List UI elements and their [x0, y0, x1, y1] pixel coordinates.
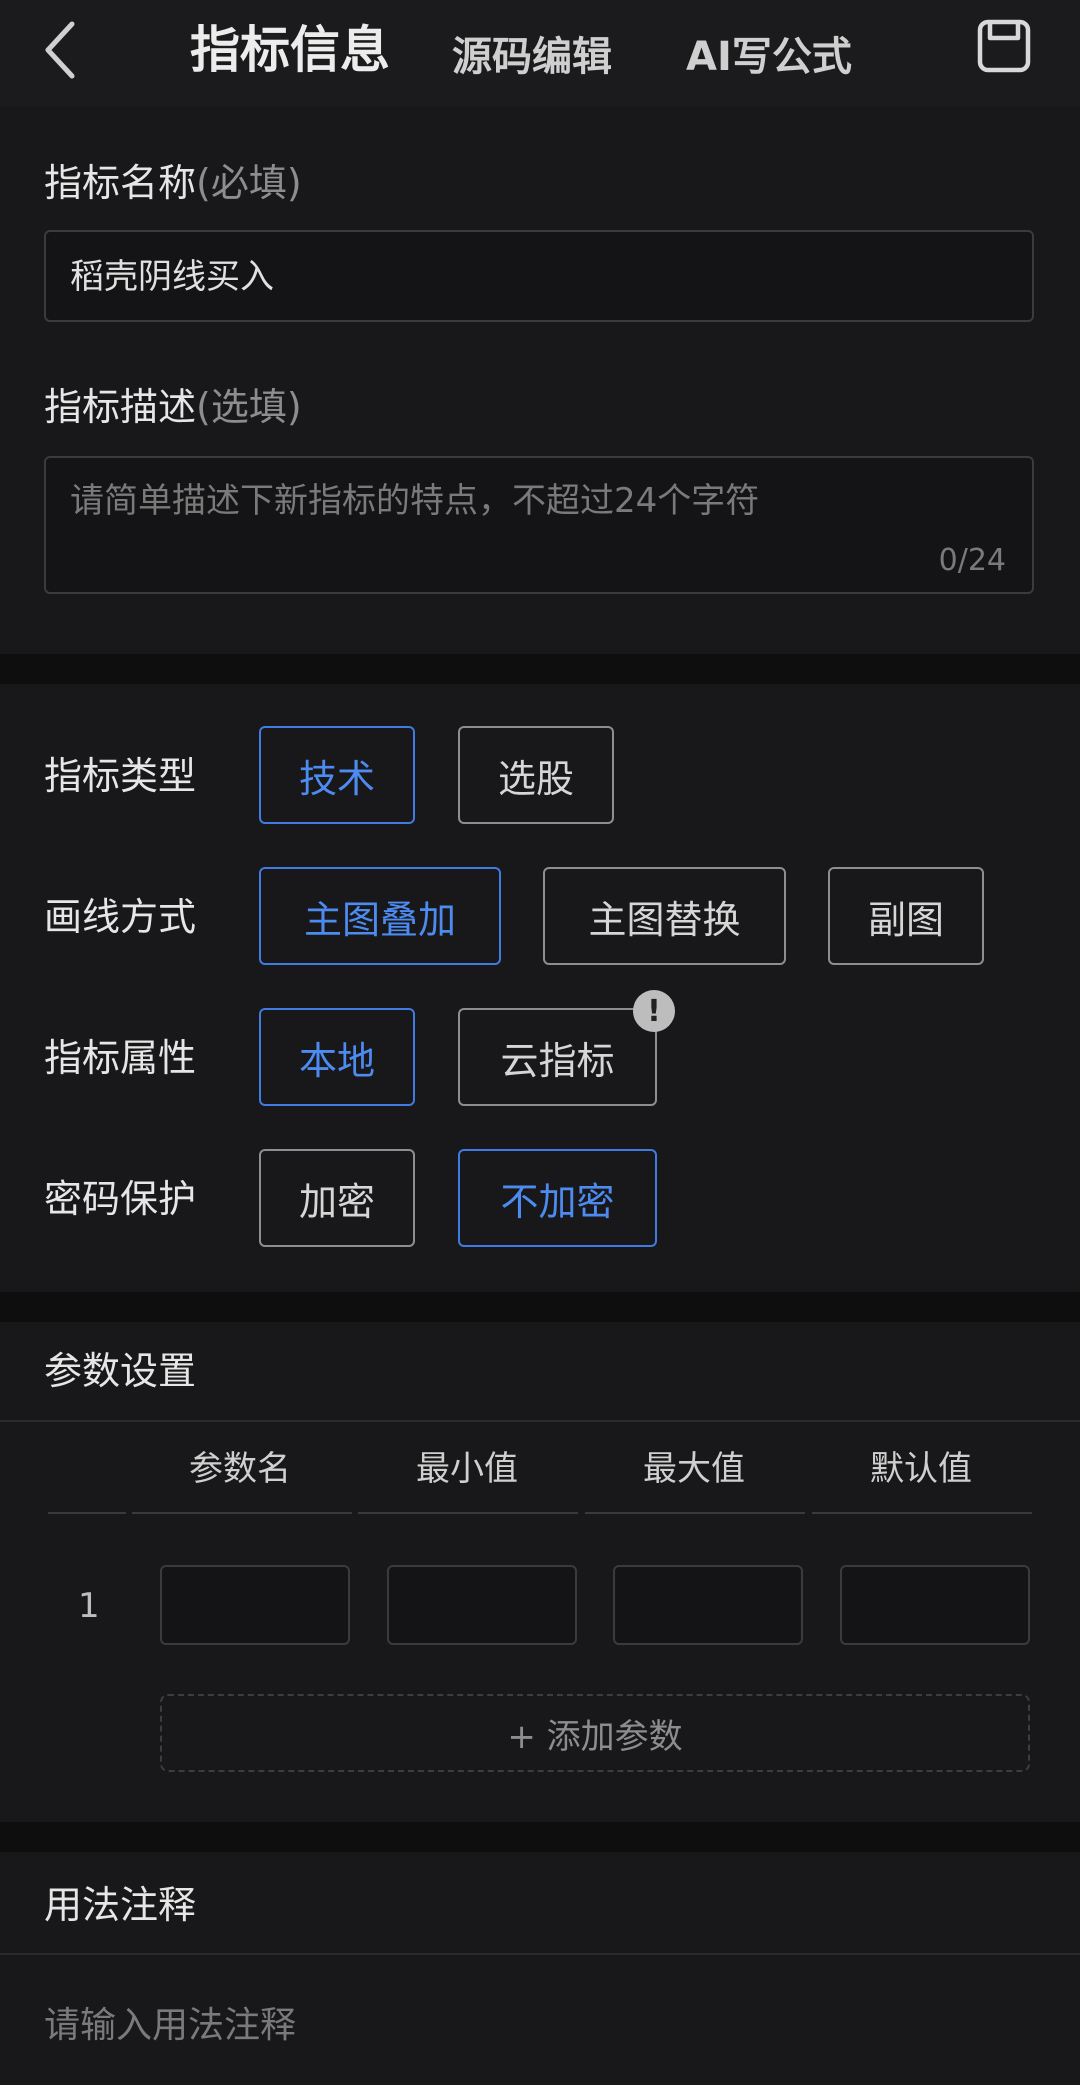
- page-title: 指标信息: [190, 21, 390, 79]
- col-min-value: 最小值: [416, 1449, 518, 1489]
- desc-label: 指标描述(选填): [44, 382, 302, 432]
- name-input[interactable]: 稻壳阴线买入: [44, 230, 1034, 322]
- params-section-title: 参数设置: [44, 1349, 197, 1393]
- name-label: 指标名称(必填): [44, 158, 302, 208]
- attr-label: 指标属性: [44, 1036, 197, 1080]
- draw-option-main-overlay[interactable]: 主图叠加: [259, 867, 501, 965]
- top-bar: 指标信息 源码编辑 AI写公式: [0, 0, 1080, 106]
- type-option-stock-picking[interactable]: 选股: [458, 726, 614, 824]
- usage-section-title: 用法注释: [44, 1883, 197, 1927]
- param-default-input[interactable]: [840, 1565, 1030, 1645]
- add-param-button[interactable]: + 添加参数: [160, 1694, 1030, 1772]
- param-max-input[interactable]: [613, 1565, 803, 1645]
- back-arrow-icon[interactable]: [40, 18, 80, 82]
- param-min-input[interactable]: [387, 1565, 577, 1645]
- char-counter: 0/24: [938, 543, 1006, 578]
- name-required-hint: (必填): [196, 161, 302, 205]
- row-index: 1: [78, 1586, 100, 1626]
- params-title-divider: [0, 1420, 1080, 1422]
- draw-option-sub-chart[interactable]: 副图: [828, 867, 984, 965]
- header-underline: [358, 1512, 578, 1514]
- password-label: 密码保护: [44, 1177, 197, 1221]
- header-underline: [132, 1512, 352, 1514]
- param-name-input[interactable]: [160, 1565, 350, 1645]
- tab-source-edit[interactable]: 源码编辑: [452, 26, 612, 88]
- desc-label-text: 指标描述: [44, 385, 197, 429]
- usage-title-divider: [0, 1953, 1080, 1955]
- name-input-value: 稻壳阴线买入: [70, 257, 274, 297]
- password-option-no-encrypt[interactable]: 不加密: [458, 1149, 657, 1247]
- header-underline: [585, 1512, 805, 1514]
- type-label: 指标类型: [44, 754, 197, 798]
- header-underline: [48, 1512, 126, 1514]
- attr-option-local[interactable]: 本地: [259, 1008, 415, 1106]
- save-icon[interactable]: [976, 18, 1032, 74]
- warning-icon[interactable]: !: [633, 990, 675, 1032]
- desc-optional-hint: (选填): [196, 385, 302, 429]
- description-placeholder: 请简单描述下新指标的特点，不超过24个字符: [70, 481, 760, 521]
- draw-mode-label: 画线方式: [44, 895, 197, 939]
- col-param-name: 参数名: [189, 1449, 291, 1489]
- header-underline: [812, 1512, 1032, 1514]
- usage-input[interactable]: 请输入用法注释: [44, 2002, 296, 2050]
- tab-ai-formula[interactable]: AI写公式: [686, 26, 852, 88]
- col-default-value: 默认值: [870, 1449, 972, 1489]
- type-option-technical[interactable]: 技术: [259, 726, 415, 824]
- col-max-value: 最大值: [643, 1449, 745, 1489]
- draw-option-main-replace[interactable]: 主图替换: [543, 867, 786, 965]
- password-option-encrypt[interactable]: 加密: [259, 1149, 415, 1247]
- name-label-text: 指标名称: [44, 161, 197, 205]
- attr-option-cloud[interactable]: 云指标: [458, 1008, 657, 1106]
- description-input[interactable]: 请简单描述下新指标的特点，不超过24个字符 0/24: [44, 456, 1034, 594]
